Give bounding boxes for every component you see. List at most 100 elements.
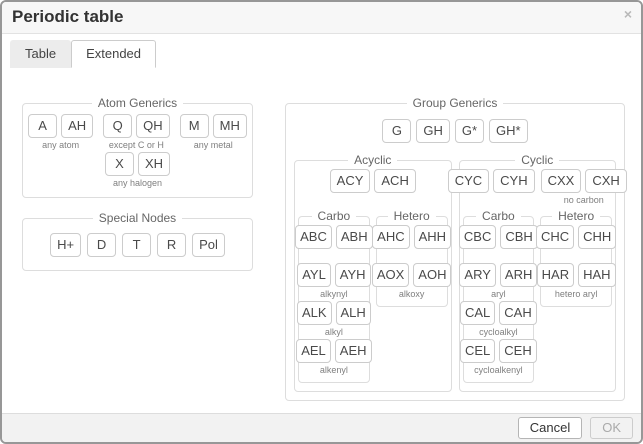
atom-generics-row-2: X XH any halogen [29, 152, 246, 189]
cyclic-group-no-carbon: CXX CXH no carbon [541, 169, 627, 206]
group-caption: cycloalkyl [479, 327, 518, 338]
atom-button-ah[interactable]: AH [61, 114, 93, 138]
group-pair: CHC CHH [536, 225, 616, 262]
group-button-ceh[interactable]: CEH [499, 339, 536, 363]
left-column: Atom Generics A AH any atom Q QH [22, 96, 253, 413]
group-caption: hetero aryl [555, 289, 598, 300]
group-button-abh[interactable]: ABH [336, 225, 373, 249]
tab-table[interactable]: Table [10, 40, 71, 68]
group-button-alh[interactable]: ALH [336, 301, 371, 325]
group-caption: alkenyl [320, 365, 348, 376]
group-pair: CAL CAH cycloalkyl [460, 301, 537, 338]
acyclic-legend: Acyclic [348, 153, 397, 167]
acyclic-hetero-fieldset: Hetero AHC AHH [376, 209, 448, 307]
group-button-har[interactable]: HAR [537, 263, 574, 287]
cyclic-legend: Cyclic [515, 153, 559, 167]
group-button-cyh[interactable]: CYH [493, 169, 534, 193]
group-button-ach[interactable]: ACH [374, 169, 415, 193]
group-button-abc[interactable]: ABC [295, 225, 332, 249]
group-button-ary[interactable]: ARY [459, 263, 496, 287]
group-pair: HAR HAH hetero aryl [537, 263, 616, 300]
carbo-legend: Carbo [312, 209, 357, 223]
group-caption: any atom [42, 140, 79, 151]
acyclic-cyclic-row: Acyclic ACY ACH [292, 153, 618, 392]
group-button-aox[interactable]: AOX [372, 263, 409, 287]
special-nodes-legend: Special Nodes [93, 211, 182, 225]
dialog-title: Periodic table [12, 7, 123, 26]
group-button-hah[interactable]: HAH [578, 263, 615, 287]
special-button-pol[interactable]: Pol [192, 233, 225, 257]
group-button-gh-star[interactable]: GH* [489, 119, 528, 143]
group-caption: cycloalkenyl [474, 365, 523, 376]
tab-extended[interactable]: Extended [71, 40, 156, 68]
group-pair: AYL AYH alkynyl [297, 263, 370, 300]
group-button-cxx[interactable]: CXX [541, 169, 582, 193]
acyclic-top-row: ACY ACH [298, 169, 448, 206]
group-button-g-star[interactable]: G* [455, 119, 484, 143]
acyclic-sub-row: Carbo ABC ABH [298, 209, 448, 383]
extended-tab-content: Atom Generics A AH any atom Q QH [2, 68, 641, 413]
group-button-ayh[interactable]: AYH [335, 263, 371, 287]
atom-button-qh[interactable]: QH [136, 114, 170, 138]
group-button-chc[interactable]: CHC [536, 225, 574, 249]
cyclic-sub-row: Carbo CBC CBH [463, 209, 613, 383]
special-button-r[interactable]: R [157, 233, 186, 257]
group-caption: aryl [491, 289, 506, 300]
group-pair: AHC AHH [372, 225, 451, 262]
cyclic-top-row: CYC CYH CXX CXH no carbon [463, 169, 613, 206]
group-button-ael[interactable]: AEL [296, 339, 331, 363]
special-nodes-fieldset: Special Nodes H+ D T R Pol [22, 211, 253, 271]
ok-button[interactable]: OK [590, 417, 633, 439]
group-pair: AOX AOH alkoxy [372, 263, 452, 300]
group-button-aoh[interactable]: AOH [413, 263, 451, 287]
special-button-t[interactable]: T [122, 233, 151, 257]
group-button-cah[interactable]: CAH [499, 301, 536, 325]
close-icon[interactable]: × [624, 7, 632, 21]
cancel-button[interactable]: Cancel [518, 417, 582, 439]
acyclic-carbo-fieldset: Carbo ABC ABH [298, 209, 370, 383]
special-button-h-plus[interactable]: H+ [50, 233, 81, 257]
group-button-cel[interactable]: CEL [460, 339, 495, 363]
group-generics-legend: Group Generics [407, 96, 504, 110]
atom-generics-fieldset: Atom Generics A AH any atom Q QH [22, 96, 253, 198]
group-button-ahh[interactable]: AHH [414, 225, 451, 249]
group-button-ahc[interactable]: AHC [372, 225, 409, 249]
special-button-d[interactable]: D [87, 233, 116, 257]
cyclic-group: CYC CYH [448, 169, 535, 206]
atom-button-xh[interactable]: XH [138, 152, 170, 176]
group-pair: ALK ALH alkyl [297, 301, 371, 338]
group-button-g[interactable]: G [382, 119, 411, 143]
atom-generics-legend: Atom Generics [92, 96, 183, 110]
atom-group-any-atom: A AH any atom [28, 114, 93, 151]
dialog-header: Periodic table × [2, 2, 641, 34]
atom-button-a[interactable]: A [28, 114, 57, 138]
right-column: Group Generics G GH G* GH* Acyclic [285, 96, 625, 413]
atom-group-any-metal: M MH any metal [180, 114, 247, 151]
atom-button-m[interactable]: M [180, 114, 209, 138]
group-caption: alkynyl [320, 289, 348, 300]
group-button-cbh[interactable]: CBH [500, 225, 537, 249]
group-button-cxh[interactable]: CXH [585, 169, 626, 193]
atom-button-mh[interactable]: MH [213, 114, 247, 138]
group-caption: any metal [194, 140, 233, 151]
atom-generics-row-1: A AH any atom Q QH except C or H [29, 114, 246, 151]
group-caption: alkyl [325, 327, 343, 338]
atom-group-except-c-or-h: Q QH except C or H [103, 114, 170, 151]
acyclic-group: ACY ACH [330, 169, 416, 206]
group-button-gh[interactable]: GH [416, 119, 450, 143]
group-generics-row: G GH G* GH* [292, 119, 618, 143]
tab-bar: Table Extended [2, 34, 641, 68]
group-button-chh[interactable]: CHH [578, 225, 616, 249]
atom-button-x[interactable]: X [105, 152, 134, 176]
group-button-cyc[interactable]: CYC [448, 169, 489, 193]
group-button-ayl[interactable]: AYL [297, 263, 331, 287]
group-button-cal[interactable]: CAL [460, 301, 495, 325]
group-button-arh[interactable]: ARH [500, 263, 537, 287]
group-caption: no carbon [564, 195, 604, 206]
group-button-acy[interactable]: ACY [330, 169, 371, 193]
group-pair: AEL AEH alkenyl [296, 339, 371, 376]
group-button-alk[interactable]: ALK [297, 301, 332, 325]
atom-button-q[interactable]: Q [103, 114, 132, 138]
group-button-aeh[interactable]: AEH [335, 339, 372, 363]
group-button-cbc[interactable]: CBC [459, 225, 496, 249]
